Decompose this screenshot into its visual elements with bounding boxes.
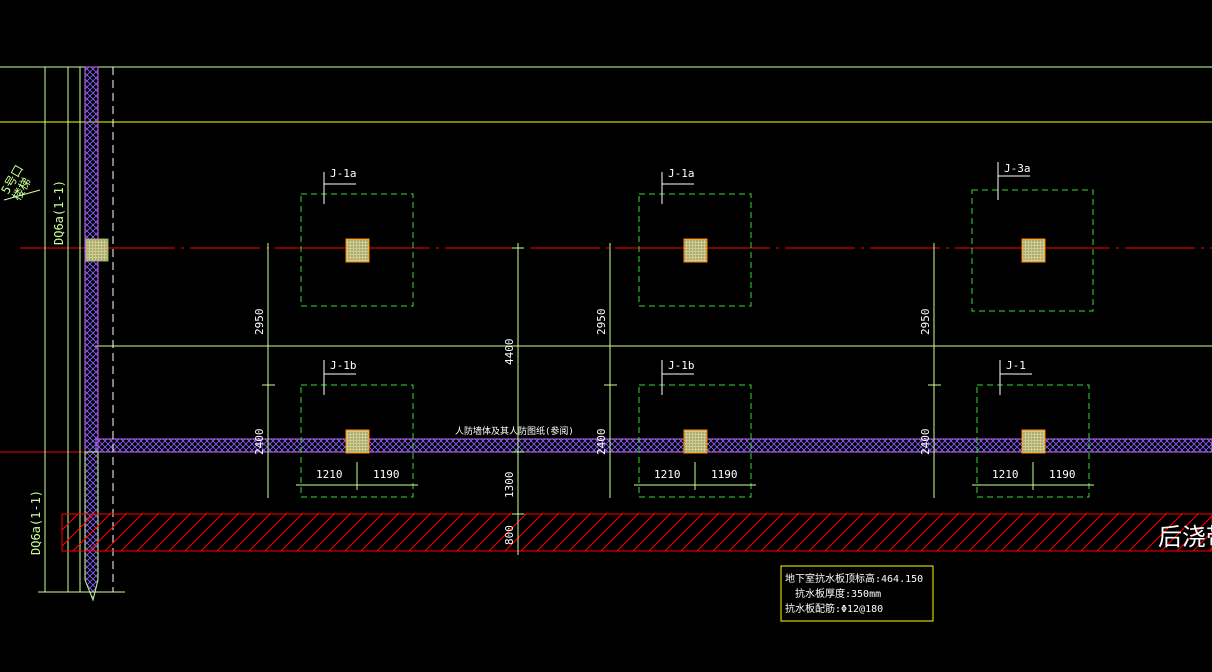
info-line-1: 地下室抗水板顶标高:464.150 bbox=[785, 572, 923, 585]
wall-tag-top: DQ6a(1-1) bbox=[52, 180, 66, 245]
dim-2400-3: 2400 bbox=[919, 429, 932, 456]
column-top-3 bbox=[1021, 238, 1046, 263]
column-top-1 bbox=[345, 238, 370, 263]
dim-800: 800 bbox=[503, 525, 516, 545]
dim-1210-3: 1210 bbox=[992, 468, 1019, 481]
dim-2950-1: 2950 bbox=[253, 309, 266, 336]
column-bot-3 bbox=[1021, 429, 1046, 454]
dim-1210-2: 1210 bbox=[654, 468, 681, 481]
dim-4400: 4400 bbox=[503, 339, 516, 366]
column-top-2 bbox=[683, 238, 708, 263]
footing-label-bot-1: J-1b bbox=[330, 359, 357, 372]
wall-tag-bottom: DQ6a(1-1) bbox=[29, 490, 43, 555]
dim-2400-1: 2400 bbox=[253, 429, 266, 456]
dim-2400-2: 2400 bbox=[595, 429, 608, 456]
footing-label-top-2: J-1a bbox=[668, 167, 695, 180]
post-pour-band bbox=[61, 513, 1212, 552]
dim-1210-1: 1210 bbox=[316, 468, 343, 481]
info-box[interactable]: 地下室抗水板顶标高:464.150 抗水板厚度:350mm 抗水板配筋:Φ12@… bbox=[780, 565, 934, 622]
info-line-3: 抗水板配筋:Φ12@180 bbox=[785, 602, 883, 615]
dim-1300: 1300 bbox=[503, 472, 516, 499]
dim-1190-3: 1190 bbox=[1049, 468, 1076, 481]
dim-2950-2: 2950 bbox=[595, 309, 608, 336]
footing-label-bot-3: J-1 bbox=[1006, 359, 1026, 372]
wall-column bbox=[85, 238, 109, 262]
dim-2950-3: 2950 bbox=[919, 309, 932, 336]
column-bot-2 bbox=[683, 429, 708, 454]
wall-line-note: 人防墙体及其人防图纸(参阅) bbox=[455, 425, 574, 437]
corner-tag: 5号口楼梯 bbox=[0, 162, 37, 203]
footing-label-top-1: J-1a bbox=[330, 167, 357, 180]
dim-chain-center: 4400 1300 800 bbox=[503, 243, 524, 555]
dim-1190-1: 1190 bbox=[373, 468, 400, 481]
info-line-2: 抗水板厚度:350mm bbox=[795, 587, 881, 600]
footing-label-bot-2: J-1b bbox=[668, 359, 695, 372]
cad-drawing-canvas[interactable]: DQ6a(1-1) DQ6a(1-1) 5号口楼梯 后浇带 人防墙体及其人防图纸… bbox=[0, 0, 1212, 672]
column-bot-1 bbox=[345, 429, 370, 454]
dim-1190-2: 1190 bbox=[711, 468, 738, 481]
footing-label-top-3: J-3a bbox=[1004, 162, 1031, 175]
post-pour-band-label: 后浇带 bbox=[1158, 523, 1212, 551]
